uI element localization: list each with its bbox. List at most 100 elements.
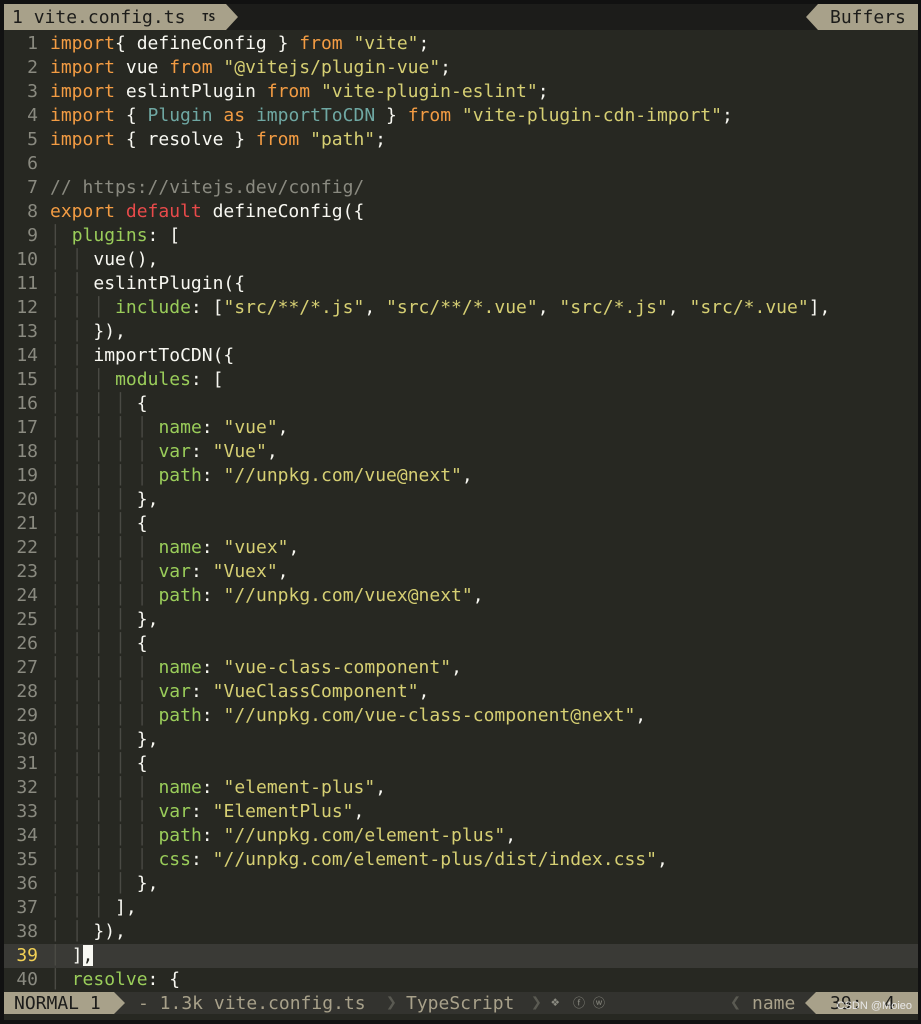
code-token: { [136, 633, 148, 654]
indent-guide: │ [50, 369, 72, 390]
indent-guide: │ [115, 441, 137, 462]
code-line[interactable]: 29 │ │ │ │ │ path: "//unpkg.com/vue-class… [4, 704, 918, 728]
code-line[interactable]: 33 │ │ │ │ │ var: "ElementPlus", [4, 800, 918, 824]
code-token: { [115, 105, 148, 126]
code-token: path [158, 825, 202, 846]
code-line[interactable]: 18 │ │ │ │ │ var: "Vue", [4, 440, 918, 464]
code-line[interactable]: 36 │ │ │ │ }, [4, 872, 918, 896]
code-line[interactable]: 10 │ │ vue(), [4, 248, 918, 272]
indent-guide: │ [93, 441, 116, 462]
code-line[interactable]: 40 │ resolve: { [4, 968, 918, 992]
code-token: , [505, 825, 517, 846]
indent-guide: │ [93, 633, 116, 654]
indent-guide: │ [50, 465, 72, 486]
code-token: "Vue" [212, 441, 267, 462]
code-token: { [136, 393, 148, 414]
code-line[interactable]: 3 import eslintPlugin from "vite-plugin-e… [4, 80, 918, 104]
indent-guide: │ [71, 417, 94, 438]
code-line[interactable]: 27 │ │ │ │ │ name: "vue-class-component", [4, 656, 918, 680]
code-token: "vue-class-component" [223, 657, 452, 678]
code-line[interactable]: 37 │ │ │ ], [4, 896, 918, 920]
code-token: name [158, 777, 202, 798]
indent-guide: │ [50, 537, 72, 558]
line-number: 4 [27, 105, 38, 126]
statusline: NORMAL 1 - 1.3k vite.config.ts ❯ TypeScr… [4, 992, 918, 1014]
code-line[interactable]: 31 │ │ │ │ { [4, 752, 918, 776]
indent-guide: │ [71, 657, 94, 678]
line-code: │ │ │ │ │ name: "vuex", [50, 536, 299, 560]
code-line[interactable]: 39 │ ], [4, 944, 918, 968]
code-token: : [201, 417, 224, 438]
code-line[interactable]: 13 │ │ }), [4, 320, 918, 344]
code-line[interactable]: 17 │ │ │ │ │ name: "vue", [4, 416, 918, 440]
code-line[interactable]: 4 import { Plugin as importToCDN } from "… [4, 104, 918, 128]
code-token: var [158, 441, 191, 462]
tab-vite-config[interactable]: 1 vite.config.ts TS [4, 4, 238, 30]
indent-guide: │ [115, 513, 137, 534]
indent-guide: │ [93, 681, 116, 702]
indent-guide: │ [50, 705, 72, 726]
code-line[interactable]: 15 │ │ │ modules: [ [4, 368, 918, 392]
code-line[interactable]: 2 import vue from "@vitejs/plugin-vue"; [4, 56, 918, 80]
code-token: "vuex" [223, 537, 289, 558]
indent-guide: │ [93, 513, 116, 534]
line-number: 25 [16, 609, 38, 630]
code-token: : [ [190, 369, 224, 390]
code-line[interactable]: 28 │ │ │ │ │ var: "VueClassComponent", [4, 680, 918, 704]
line-number: 5 [27, 129, 38, 150]
separator-icon: ❯ [386, 992, 397, 1013]
code-line[interactable]: 19 │ │ │ │ │ path: "//unpkg.com/vue@next"… [4, 464, 918, 488]
code-token: // https://vitejs.dev/config/ [50, 177, 365, 198]
code-token: "@vitejs/plugin-vue" [223, 57, 441, 78]
code-line[interactable]: 1 import{ defineConfig } from "vite"; [4, 32, 918, 56]
editor-buffer[interactable]: 1 import{ defineConfig } from "vite"; 2 imp… [4, 32, 918, 992]
code-token: , [537, 297, 560, 318]
code-line[interactable]: 38 │ │ }), [4, 920, 918, 944]
code-token: , [418, 681, 430, 702]
code-line[interactable]: 26 │ │ │ │ { [4, 632, 918, 656]
code-line[interactable]: 32 │ │ │ │ │ name: "element-plus", [4, 776, 918, 800]
indent-guide: │ [115, 633, 137, 654]
code-token: from [266, 81, 311, 102]
code-line[interactable]: 30 │ │ │ │ }, [4, 728, 918, 752]
code-token: }), [93, 321, 126, 342]
code-line[interactable]: 20 │ │ │ │ }, [4, 488, 918, 512]
code-token: vue [115, 57, 170, 78]
buffers-arrow [806, 4, 818, 30]
indent-guide: │ [136, 801, 159, 822]
code-line[interactable]: 5 import { resolve } from "path"; [4, 128, 918, 152]
code-line[interactable]: 34 │ │ │ │ │ path: "//unpkg.com/element-p… [4, 824, 918, 848]
code-token: "vue" [223, 417, 278, 438]
indent-guide: │ [115, 657, 137, 678]
indent-guide: │ [50, 321, 72, 342]
code-line[interactable]: 7 // https://vitejs.dev/config/ [4, 176, 918, 200]
code-token: "//unpkg.com/element-plus/dist/index.css… [212, 849, 657, 870]
code-token: import [50, 105, 116, 126]
line-code: │ │ │ │ │ name: "element-plus", [50, 776, 386, 800]
code-line[interactable]: 14 │ │ importToCDN({ [4, 344, 918, 368]
code-line[interactable]: 22 │ │ │ │ │ name: "vuex", [4, 536, 918, 560]
code-token: , [451, 657, 462, 678]
code-line[interactable]: 6 [4, 152, 918, 176]
code-line[interactable]: 8 export default defineConfig({ [4, 200, 918, 224]
warning-icon: ⓦ [593, 996, 606, 1010]
indent-guide: │ [115, 537, 137, 558]
code-line[interactable]: 23 │ │ │ │ │ var: "Vuex", [4, 560, 918, 584]
code-line[interactable]: 11 │ │ eslintPlugin({ [4, 272, 918, 296]
code-line[interactable]: 16 │ │ │ │ { [4, 392, 918, 416]
indent-guide: │ [71, 345, 94, 366]
line-code: │ │ │ │ │ var: "VueClassComponent", [50, 680, 429, 704]
code-token: }), [93, 921, 126, 942]
buffers-indicator[interactable]: Buffers [806, 4, 918, 30]
code-line[interactable]: 9 │ plugins: [ [4, 224, 918, 248]
tab-number: 1 [12, 7, 23, 28]
code-line[interactable]: 35 │ │ │ │ │ css: "//unpkg.com/element-pl… [4, 848, 918, 872]
vim-window: 1 vite.config.ts TS Buffers 1 import{ def… [4, 4, 918, 1020]
code-line[interactable]: 24 │ │ │ │ │ path: "//unpkg.com/vuex@next… [4, 584, 918, 608]
line-number: 7 [27, 177, 38, 198]
line-number: 26 [16, 633, 38, 654]
code-line[interactable]: 25 │ │ │ │ }, [4, 608, 918, 632]
code-line[interactable]: 21 │ │ │ │ { [4, 512, 918, 536]
indent-guide: │ [93, 729, 116, 750]
code-line[interactable]: 12 │ │ │ include: ["src/**/*.js", "src/**… [4, 296, 918, 320]
